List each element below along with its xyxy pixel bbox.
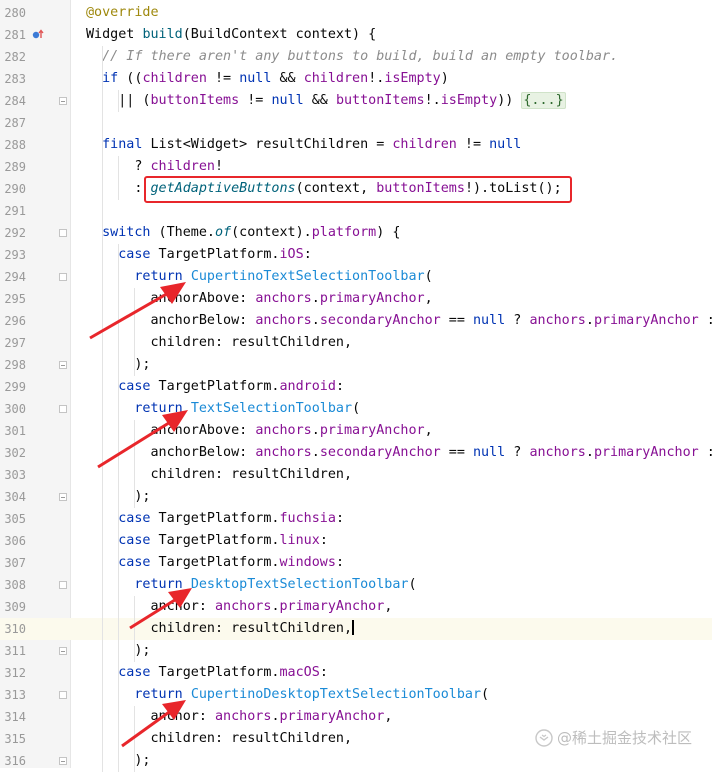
watermark: @稀土掘金技术社区 [535, 727, 692, 748]
annotation-arrows [89, 282, 192, 748]
arrow-to-line-308 [129, 588, 192, 630]
arrow-to-line-300 [97, 410, 188, 469]
watermark-text: @稀土掘金技术社区 [556, 729, 692, 747]
arrow-to-line-313 [121, 700, 186, 748]
juejin-logo-icon [535, 728, 553, 747]
arrow-to-line-294 [89, 282, 186, 340]
